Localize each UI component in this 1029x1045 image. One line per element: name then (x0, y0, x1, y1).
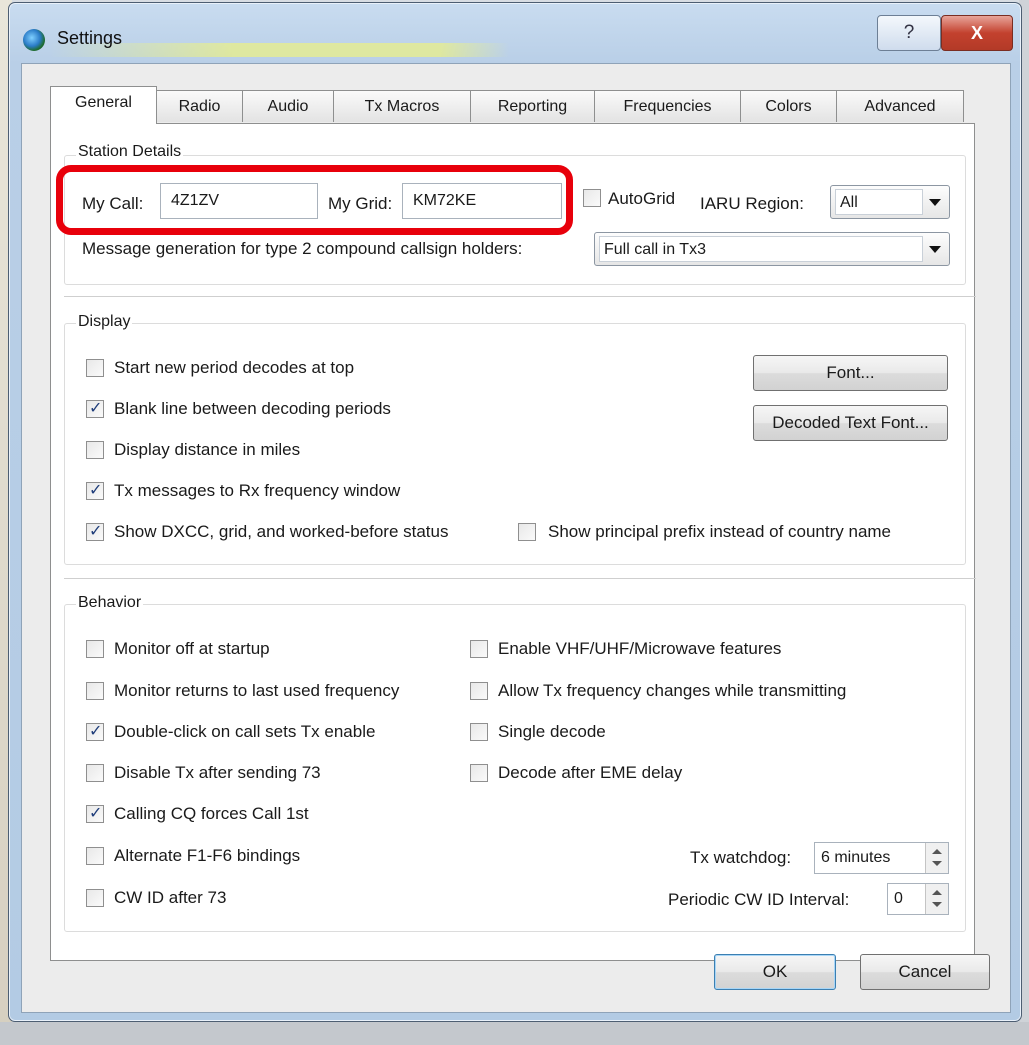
title-bar[interactable]: Settings ? X (9, 3, 1021, 61)
alternate-f-label: Alternate F1-F6 bindings (114, 846, 301, 865)
my-call-label: My Call: (82, 194, 144, 213)
tx-watchdog-spinbox[interactable]: 6 minutes (814, 842, 949, 874)
spin-down-icon[interactable] (932, 861, 942, 866)
distance-miles-checkbox[interactable] (86, 441, 104, 459)
cw-interval-value: 0 (894, 890, 903, 907)
start-new-period-checkbox[interactable] (86, 359, 104, 377)
tab-general[interactable]: General (50, 86, 157, 124)
calling-cq-label: Calling CQ forces Call 1st (114, 804, 309, 823)
autogrid-checkbox[interactable] (583, 189, 601, 207)
blank-line-label: Blank line between decoding periods (114, 399, 391, 418)
tx-to-rx-checkbox[interactable] (86, 480, 104, 500)
behavior-label: Behavior (76, 594, 144, 612)
decode-eme-checkbox[interactable] (470, 764, 488, 782)
station-details-label: Station Details (76, 143, 184, 161)
double-click-checkbox[interactable] (86, 721, 104, 741)
spin-buttons[interactable] (925, 843, 948, 873)
principal-prefix-checkbox[interactable] (518, 523, 536, 541)
decoded-text-font-button[interactable]: Decoded Text Font... (753, 405, 948, 441)
monitor-returns-label: Monitor returns to last used frequency (114, 681, 400, 700)
iaru-region-select[interactable]: All (830, 185, 950, 219)
spin-buttons[interactable] (925, 884, 948, 914)
msg-gen-label: Message generation for type 2 compound c… (82, 239, 523, 258)
app-globe-icon (23, 29, 45, 51)
separator (64, 578, 976, 579)
disable-tx-73-label: Disable Tx after sending 73 (114, 763, 321, 782)
iaru-region-value: All (835, 189, 923, 215)
allow-tx-freq-label: Allow Tx frequency changes while transmi… (498, 681, 847, 700)
spin-down-icon[interactable] (932, 902, 942, 907)
start-new-period-label: Start new period decodes at top (114, 358, 355, 377)
close-button[interactable]: X (941, 15, 1013, 51)
spin-up-icon[interactable] (932, 849, 942, 854)
tab-radio[interactable]: Radio (156, 90, 243, 122)
tx-watchdog-value: 6 minutes (821, 849, 891, 866)
display-label: Display (76, 313, 133, 331)
monitor-off-label: Monitor off at startup (114, 639, 270, 658)
window-title: Settings (57, 28, 123, 48)
msg-gen-value: Full call in Tx3 (599, 236, 923, 262)
disable-tx-73-checkbox[interactable] (86, 764, 104, 782)
principal-prefix-label: Show principal prefix instead of country… (548, 522, 892, 541)
spin-up-icon[interactable] (932, 890, 942, 895)
msg-gen-select[interactable]: Full call in Tx3 (594, 232, 950, 266)
separator (64, 296, 976, 297)
my-call-input[interactable]: 4Z1ZV (160, 183, 318, 219)
help-button[interactable]: ? (877, 15, 941, 51)
show-dxcc-checkbox[interactable] (86, 521, 104, 541)
iaru-region-label: IARU Region: (700, 194, 804, 213)
vhf-uhf-checkbox[interactable] (470, 640, 488, 658)
allow-tx-freq-checkbox[interactable] (470, 682, 488, 700)
monitor-returns-checkbox[interactable] (86, 682, 104, 700)
my-grid-input[interactable]: KM72KE (402, 183, 562, 219)
alternate-f-checkbox[interactable] (86, 847, 104, 865)
tab-colors[interactable]: Colors (740, 90, 837, 122)
ok-button[interactable]: OK (714, 954, 836, 990)
cw-interval-label: Periodic CW ID Interval: (668, 890, 850, 909)
blank-line-checkbox[interactable] (86, 398, 104, 418)
tab-reporting[interactable]: Reporting (470, 90, 595, 122)
vhf-uhf-label: Enable VHF/UHF/Microwave features (498, 639, 782, 658)
tx-watchdog-label: Tx watchdog: (690, 848, 792, 867)
font-button[interactable]: Font... (753, 355, 948, 391)
chevron-down-icon (929, 199, 941, 206)
tab-advanced[interactable]: Advanced (836, 90, 964, 122)
tab-tx-macros[interactable]: Tx Macros (333, 90, 471, 122)
autogrid-label: AutoGrid (608, 189, 676, 208)
my-grid-label: My Grid: (328, 194, 393, 213)
cancel-button[interactable]: Cancel (860, 954, 990, 990)
cw-id-label: CW ID after 73 (114, 888, 227, 907)
tab-audio[interactable]: Audio (242, 90, 334, 122)
single-decode-checkbox[interactable] (470, 723, 488, 741)
decode-eme-label: Decode after EME delay (498, 763, 683, 782)
single-decode-label: Single decode (498, 722, 606, 741)
cw-id-checkbox[interactable] (86, 889, 104, 907)
tab-frequencies[interactable]: Frequencies (594, 90, 741, 122)
double-click-label: Double-click on call sets Tx enable (114, 722, 376, 741)
monitor-off-checkbox[interactable] (86, 640, 104, 658)
cw-interval-spinbox[interactable]: 0 (887, 883, 949, 915)
calling-cq-checkbox[interactable] (86, 803, 104, 823)
distance-miles-label: Display distance in miles (114, 440, 301, 459)
tx-to-rx-label: Tx messages to Rx frequency window (114, 481, 401, 500)
background-bottom (0, 1022, 1029, 1045)
chevron-down-icon (929, 246, 941, 253)
show-dxcc-label: Show DXCC, grid, and worked-before statu… (114, 522, 449, 541)
